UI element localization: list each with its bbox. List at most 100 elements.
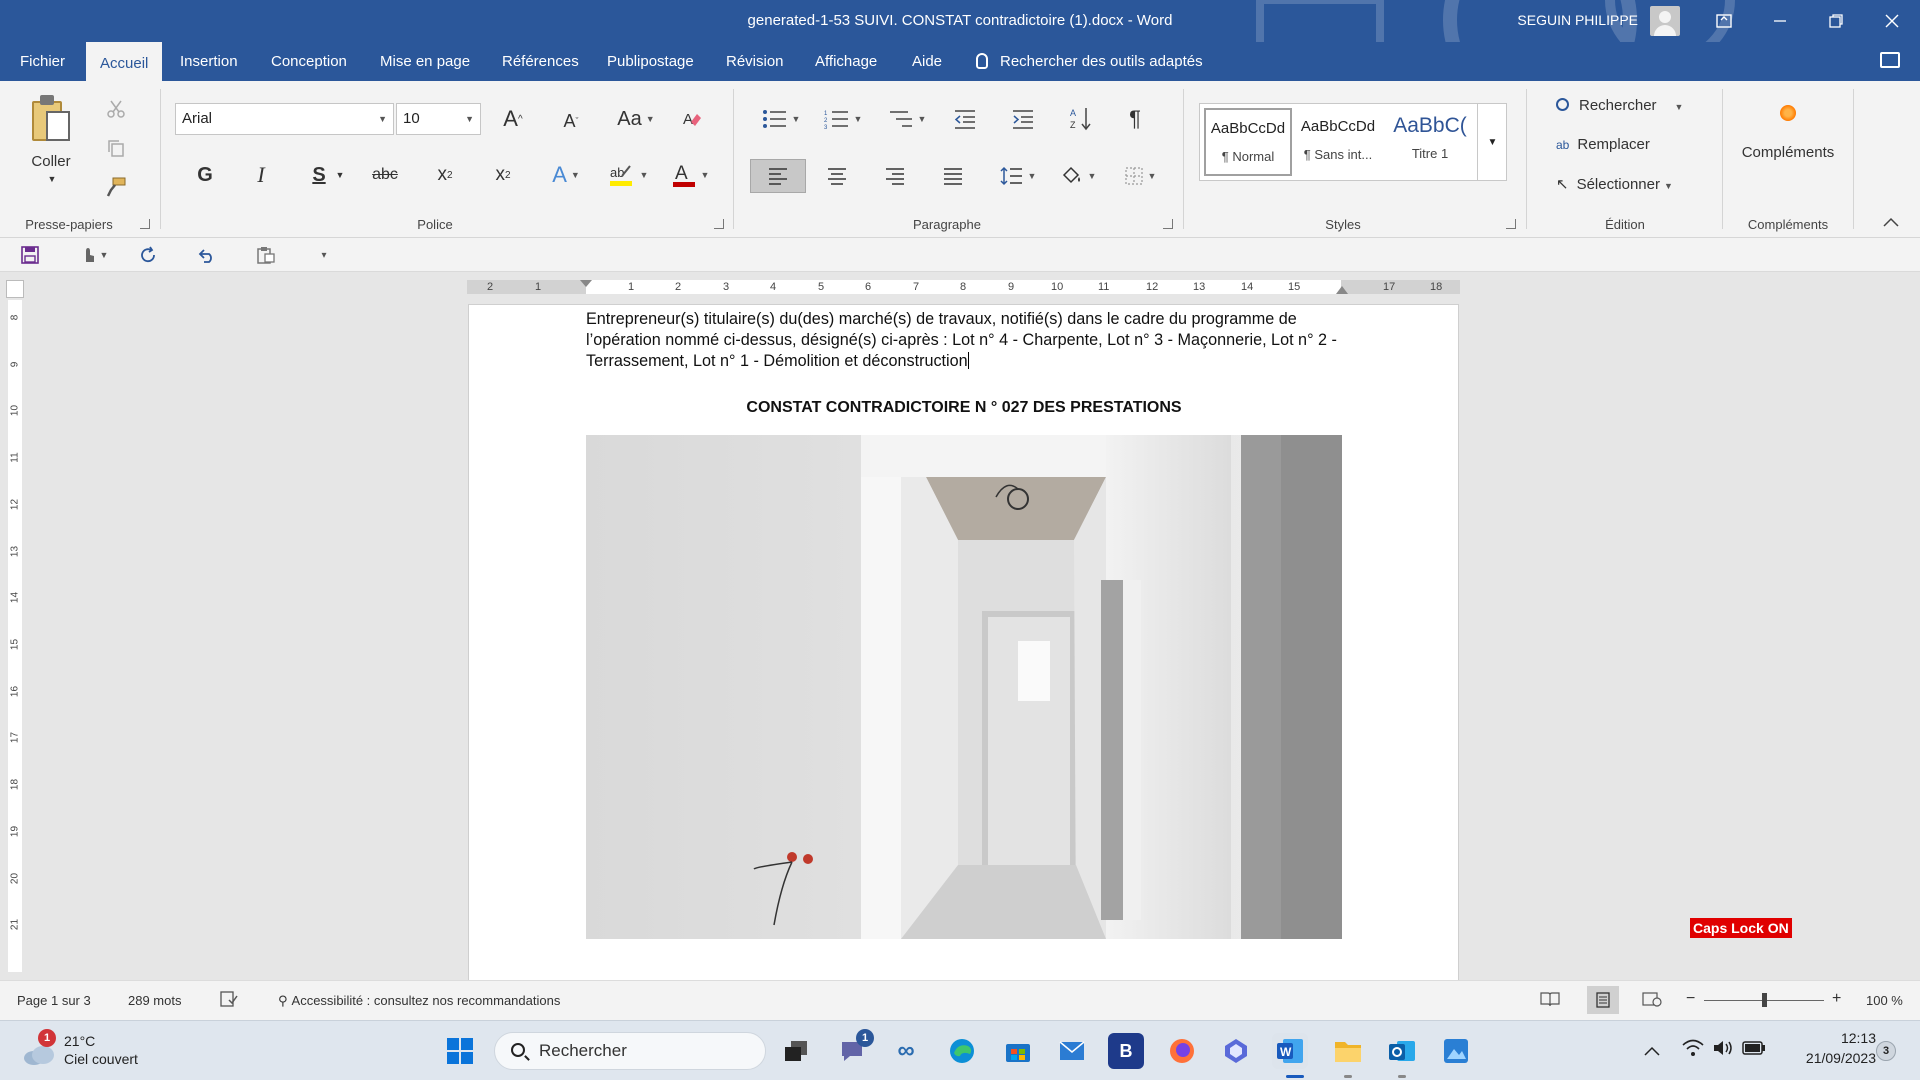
autosave-icon[interactable] [136,244,160,266]
tab-fichier[interactable]: Fichier [6,42,79,81]
touch-mode-icon[interactable]: ▼ [74,244,114,266]
start-icon[interactable] [442,1033,478,1069]
horizontal-ruler[interactable]: 2 1 1 2 3 4 5 6 7 8 9 10 11 12 13 14 15 … [467,280,1460,294]
clipboard-icon[interactable] [254,244,278,266]
b-app-icon[interactable]: B [1108,1033,1144,1069]
underline-dropdown-icon[interactable]: ▼ [334,167,346,183]
search-tools[interactable]: Rechercher des outils adaptés [976,42,1203,81]
edge-icon[interactable] [944,1033,980,1069]
mail-icon[interactable] [1054,1033,1090,1069]
document-heading[interactable]: CONSTAT CONTRADICTOIRE N ° 027 DES PREST… [586,399,1342,417]
battery-icon[interactable] [1742,1041,1766,1060]
tab-conception[interactable]: Conception [257,42,361,81]
numbering-icon[interactable]: 1 2 3 ▼ [820,105,866,133]
style-sans-interligne[interactable]: AaBbCcDd ¶ Sans int... [1294,108,1382,176]
subscript-button[interactable]: x2 [430,159,460,191]
font-color-icon[interactable]: A ▼ [666,159,714,191]
restore-icon[interactable] [1808,0,1864,42]
zoom-out-icon[interactable]: − [1686,990,1695,1008]
volume-icon[interactable] [1712,1039,1734,1062]
tab-affichage[interactable]: Affichage [801,42,891,81]
increase-indent-icon[interactable] [1008,105,1038,133]
shading-icon[interactable]: ▼ [1056,159,1100,193]
weather-widget[interactable]: 1 21°C Ciel couvert [22,1029,162,1073]
select-button[interactable]: ↖ Sélectionner ▼ [1556,175,1673,193]
font-launcher-icon[interactable] [714,219,724,229]
tab-revision[interactable]: Révision [712,42,798,81]
italic-button[interactable]: I [248,159,274,191]
styles-more-icon[interactable]: ▼ [1477,103,1507,181]
shrink-font-icon[interactable]: Aˇ [556,105,586,137]
save-icon[interactable] [18,244,42,266]
show-hidden-icons[interactable] [1644,1043,1660,1061]
tab-mise-en-page[interactable]: Mise en page [366,42,484,81]
grow-font-icon[interactable]: A ^ [498,103,528,135]
task-view-icon[interactable] [778,1033,814,1069]
copy-icon[interactable] [104,136,128,160]
paste-dropdown-icon[interactable]: ▼ [42,173,62,185]
print-layout-icon[interactable] [1587,986,1619,1014]
zoom-level[interactable]: 100 % [1866,993,1903,1008]
align-center-button[interactable] [822,159,852,193]
bold-button[interactable]: G [192,159,218,191]
tab-publipostage[interactable]: Publipostage [593,42,708,81]
construction-photo[interactable] [586,435,1342,939]
page-count[interactable]: Page 1 sur 3 [17,993,91,1008]
clock-time[interactable]: 12:13 [1780,1030,1876,1046]
notification-count[interactable]: 3 [1876,1041,1896,1061]
store-icon[interactable] [1000,1033,1036,1069]
right-indent-marker[interactable] [1336,286,1348,294]
vertical-ruler[interactable]: 8 9 10 11 12 13 14 15 16 17 18 19 20 21 [8,300,22,972]
body-paragraph[interactable]: Entrepreneur(s) titulaire(s) du(des) mar… [586,309,1346,372]
borders-icon[interactable]: ▼ [1118,159,1162,193]
change-case-button[interactable]: Aa ▼ [614,103,658,135]
copilot-icon[interactable] [1218,1033,1254,1069]
tab-selector[interactable] [6,280,24,298]
paragraph-launcher-icon[interactable] [1163,219,1173,229]
paste-icon[interactable] [32,95,72,143]
left-indent-marker[interactable] [580,280,592,287]
replace-button[interactable]: ab Remplacer [1556,136,1650,153]
strikethrough-button[interactable]: abc [368,159,402,191]
comments-icon[interactable] [1880,52,1900,68]
font-family-select[interactable]: Arial ▼ [175,103,394,135]
minimize-icon[interactable] [1752,0,1808,42]
avatar[interactable] [1650,6,1680,36]
paste-button[interactable]: Coller [20,151,82,171]
wifi-icon[interactable] [1682,1039,1704,1062]
zoom-slider-thumb[interactable] [1762,993,1767,1007]
collapse-ribbon-icon[interactable] [1880,213,1902,231]
close-icon[interactable] [1864,0,1920,42]
taskbar-search[interactable]: Rechercher [494,1032,766,1070]
tab-aide[interactable]: Aide [898,42,956,81]
justify-button[interactable] [938,159,968,193]
clear-formatting-icon[interactable]: A [678,103,706,135]
web-layout-icon[interactable] [1642,991,1662,1010]
user-name[interactable]: SEGUIN PHILIPPE [1517,12,1638,28]
file-explorer-icon[interactable] [1330,1033,1366,1069]
infinity-app-icon[interactable]: ∞ [888,1033,924,1069]
bullets-icon[interactable]: ▼ [758,105,804,133]
tab-insertion[interactable]: Insertion [166,42,252,81]
sort-icon[interactable]: AZ [1066,103,1096,135]
find-button[interactable]: Rechercher ▼ [1556,97,1683,114]
font-size-select[interactable]: 10 ▼ [396,103,481,135]
multilevel-list-icon[interactable]: ▼ [884,105,930,133]
pilcrow-icon[interactable]: ¶ [1120,103,1150,135]
read-mode-icon[interactable] [1540,991,1560,1010]
accessibility-status[interactable]: ⚲ Accessibilité : consultez nos recommand… [278,993,560,1009]
align-right-button[interactable] [880,159,910,193]
tab-accueil[interactable]: Accueil [86,42,163,81]
superscript-button[interactable]: x2 [488,159,518,191]
outlook-icon[interactable] [1384,1033,1420,1069]
line-spacing-icon[interactable]: ▼ [996,159,1040,193]
text-effects-icon[interactable]: A ▼ [546,159,586,191]
firefox-icon[interactable] [1164,1033,1200,1069]
undo-icon[interactable] [194,244,218,266]
cut-icon[interactable] [104,97,128,121]
style-normal[interactable]: AaBbCcDd ¶ Normal [1204,108,1292,176]
customize-toolbar-icon[interactable]: ▾ [312,244,336,266]
format-painter-icon[interactable] [104,175,128,199]
clipboard-launcher-icon[interactable] [140,219,150,229]
photos-app-icon[interactable] [1438,1033,1474,1069]
